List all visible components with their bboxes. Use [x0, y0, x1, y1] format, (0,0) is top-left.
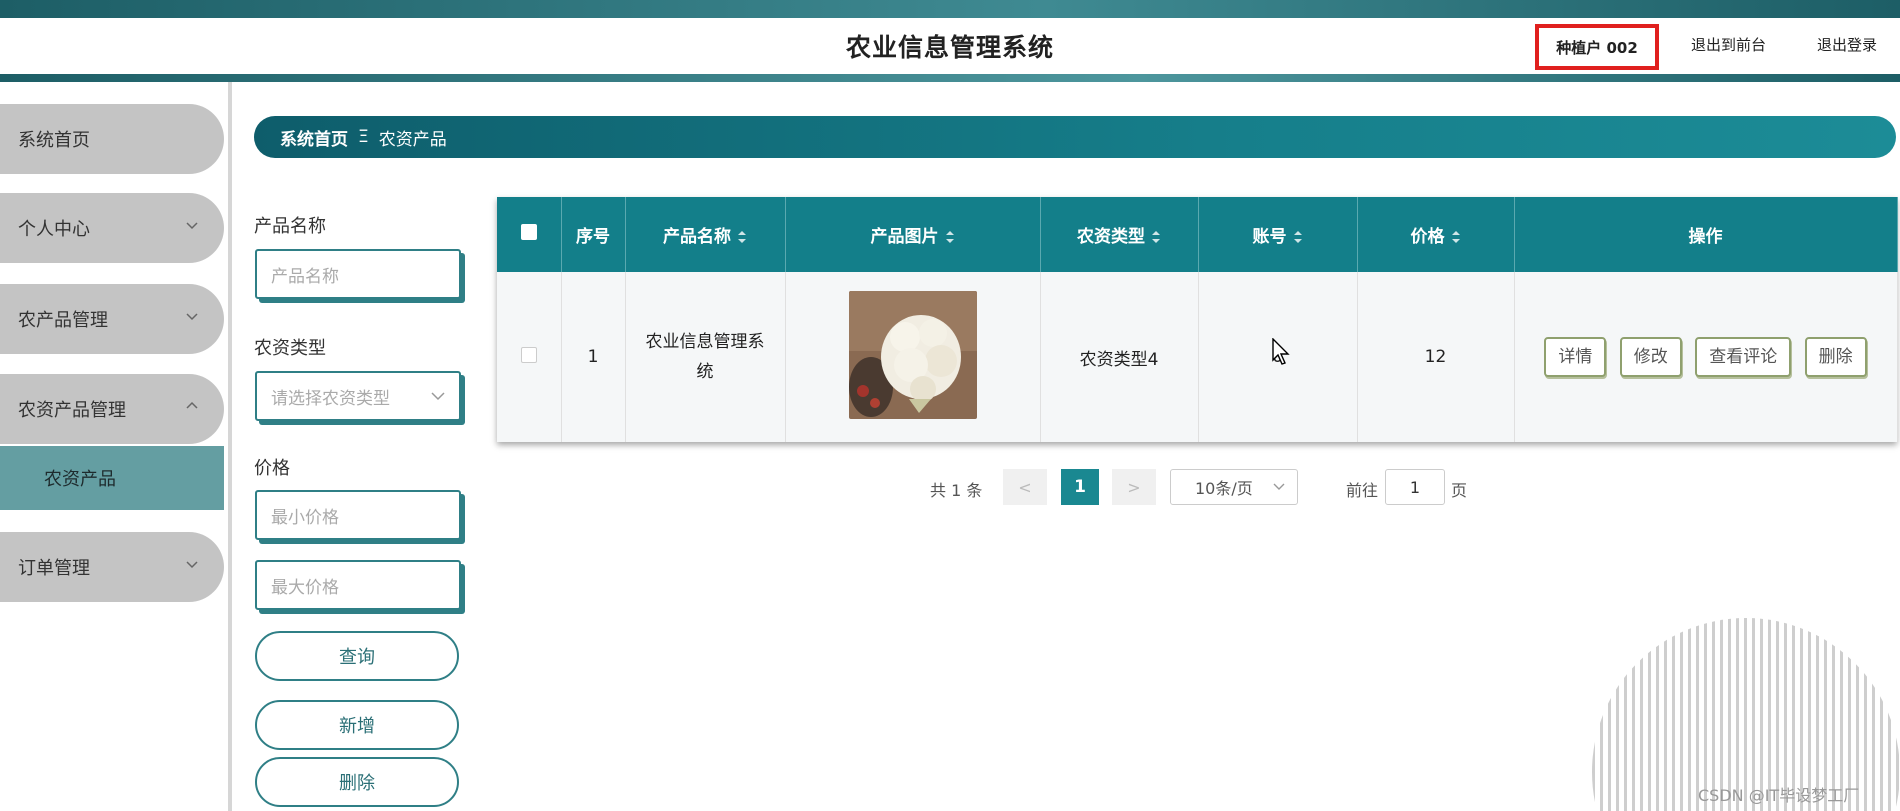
delete-button[interactable]: 删除 [1804, 337, 1867, 377]
price-label: 价格 [254, 458, 290, 479]
header-top-stripe [0, 0, 1900, 18]
row-product-image-cell [785, 272, 1041, 442]
row-supply-type: 农资类型4 [1040, 272, 1199, 442]
select-all-cell[interactable] [497, 197, 562, 272]
chevron-up-icon [186, 401, 198, 409]
row-select-cell[interactable] [497, 272, 562, 442]
watermark-text: CSDN @IT毕设梦工厂 [1698, 786, 1860, 805]
select-all-checkbox[interactable] [520, 224, 537, 240]
header-bottom-stripe [0, 74, 1900, 82]
column-header-index: 序号 [561, 197, 626, 272]
chevron-down-icon [186, 222, 198, 230]
product-table: 序号 产品名称 产品图片 农资类型 账号 价格 操作 1 农业信息管理系统 农资… [497, 197, 1898, 442]
max-price-placeholder: 最大价格 [271, 577, 339, 598]
row-product-name: 农业信息管理系统 [625, 272, 786, 442]
detail-button[interactable]: 详情 [1544, 337, 1607, 377]
product-name-input[interactable]: 产品名称 [255, 249, 461, 299]
sidebar-item-orders[interactable]: 订单管理 [0, 532, 224, 602]
sort-icon[interactable] [1293, 230, 1303, 244]
pagination-current-page[interactable]: 1 [1061, 469, 1099, 505]
pagination-goto-input[interactable]: 1 [1385, 469, 1445, 505]
column-header-image[interactable]: 产品图片 [785, 197, 1041, 272]
sidebar-item-label: 系统首页 [18, 130, 90, 151]
row-actions: 详情 修改 查看评论 删除 [1514, 272, 1898, 442]
sidebar-item-label: 个人中心 [18, 219, 90, 240]
column-header-name[interactable]: 产品名称 [625, 197, 786, 272]
min-price-placeholder: 最小价格 [271, 507, 339, 528]
pagination-total: 共 1 条 [930, 481, 983, 500]
add-button[interactable]: 新增 [255, 700, 459, 750]
pagination-goto-prefix: 前往 [1346, 481, 1379, 500]
product-name-label: 产品名称 [254, 216, 326, 237]
sort-icon[interactable] [1451, 230, 1461, 244]
logout-link[interactable]: 退出登录 [1817, 34, 1877, 55]
min-price-input[interactable]: 最小价格 [255, 490, 461, 540]
pagination-size-label: 10条/页 [1195, 479, 1253, 498]
column-header-account[interactable]: 账号 [1198, 197, 1358, 272]
supply-type-placeholder: 请选择农资类型 [271, 388, 390, 409]
query-button[interactable]: 查询 [255, 631, 459, 681]
pagination-size-select[interactable]: 10条/页 [1170, 469, 1298, 505]
column-header-type[interactable]: 农资类型 [1040, 197, 1199, 272]
sidebar-item-label: 农资产品管理 [18, 400, 126, 421]
row-checkbox[interactable] [520, 346, 537, 363]
sidebar-item-label: 订单管理 [18, 558, 90, 579]
sort-icon[interactable] [1151, 230, 1161, 244]
breadcrumb-current: 农资产品 [378, 129, 447, 150]
view-comments-button[interactable]: 查看评论 [1695, 337, 1792, 377]
cauliflower-image [848, 290, 977, 419]
table-row: 1 农业信息管理系统 农资类型4 0 12 详情 修改 查看评论 删除 [497, 272, 1898, 442]
mouse-cursor-icon [1272, 338, 1290, 365]
sort-icon[interactable] [945, 230, 955, 244]
breadcrumb-home[interactable]: 系统首页 [280, 125, 348, 150]
current-user-label: 种植户 002 [1535, 24, 1659, 70]
supply-type-select[interactable]: 请选择农资类型 [255, 371, 461, 421]
sidebar-subitem-supplies[interactable]: 农资产品 [0, 446, 224, 510]
app-title: 农业信息管理系统 [845, 33, 1054, 62]
exit-to-front-link[interactable]: 退出到前台 [1691, 34, 1766, 55]
max-price-input[interactable]: 最大价格 [255, 560, 461, 610]
chevron-down-icon [431, 392, 445, 401]
batch-delete-button[interactable]: 删除 [255, 757, 459, 807]
supply-type-label: 农资类型 [254, 338, 326, 359]
sidebar-divider [228, 82, 232, 811]
breadcrumb: 系统首页 Ξ 农资产品 [254, 116, 1896, 158]
sidebar-item-supplies-management[interactable]: 农资产品管理 [0, 374, 224, 444]
breadcrumb-separator: Ξ [358, 127, 369, 147]
chevron-down-icon [1273, 483, 1285, 490]
column-header-actions: 操作 [1514, 197, 1898, 272]
sidebar-subitem-label: 农资产品 [44, 469, 116, 490]
pagination-next-button[interactable]: > [1112, 469, 1156, 505]
sidebar-item-label: 农产品管理 [18, 310, 108, 331]
column-header-price[interactable]: 价格 [1357, 197, 1515, 272]
chevron-down-icon [186, 561, 198, 569]
sort-icon[interactable] [737, 230, 747, 244]
edit-button[interactable]: 修改 [1619, 337, 1682, 377]
product-name-placeholder: 产品名称 [271, 266, 339, 287]
table-header-row: 序号 产品名称 产品图片 农资类型 账号 价格 操作 [497, 197, 1898, 272]
sidebar-item-personal-center[interactable]: 个人中心 [0, 193, 224, 263]
row-price: 12 [1357, 272, 1515, 442]
row-index: 1 [561, 272, 626, 442]
sidebar-item-home[interactable]: 系统首页 [0, 104, 224, 174]
pagination-goto-suffix: 页 [1451, 481, 1468, 500]
sidebar-item-farm-products[interactable]: 农产品管理 [0, 284, 224, 354]
chevron-down-icon [186, 313, 198, 321]
pagination-prev-button[interactable]: < [1003, 469, 1047, 505]
